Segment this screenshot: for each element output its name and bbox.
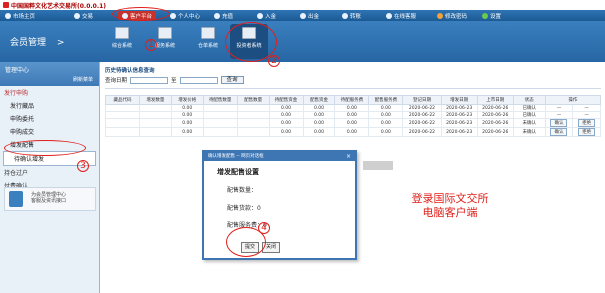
promo-banner[interactable]: 为会员管理中心 客服及资讯接口 xyxy=(4,187,96,211)
home-icon xyxy=(5,12,11,19)
table-header-row: 藏品代码 增发数量 增发价格 待配售数量 配售数量 待配售资金 配售资金 待配服… xyxy=(105,95,602,105)
service-system-icon xyxy=(158,27,172,39)
sidebar-item-subscription-deal[interactable]: 申购成交 xyxy=(0,125,99,138)
sidebar-header: 管理中心 刷新菜单 xyxy=(0,62,99,86)
table-row: 0.00 0.00 0.00 0.00 0.00 2020-06-22 2020-06-23… xyxy=(105,104,601,112)
query-bar: 查询日期 至 查询 xyxy=(105,76,244,84)
confirm-button[interactable]: 确认 xyxy=(550,119,568,127)
key-icon xyxy=(437,12,443,19)
placement-quantity-field: 配售数量： xyxy=(227,187,258,194)
step-number-1: 1 xyxy=(145,39,157,51)
nav-settings[interactable]: 设置 xyxy=(482,11,501,20)
nav-online-service[interactable]: 在线客服 xyxy=(386,11,416,20)
dialog-title: 增发配售设置 xyxy=(217,168,259,176)
member-management-title: 会员管理 > xyxy=(10,38,65,48)
results-table: 藏品代码 增发数量 增发价格 待配售数量 配售数量 待配售资金 配售资金 待配服… xyxy=(105,95,602,137)
system-icon xyxy=(115,27,129,39)
sidebar-item-issue-collection[interactable]: 发行藏品 xyxy=(0,99,99,112)
section-title: 历史待确认信息查询 xyxy=(105,68,155,74)
monitor-icon xyxy=(9,191,23,207)
divider xyxy=(105,88,601,89)
sidebar-item-subscription-order[interactable]: 申购委托 xyxy=(0,112,99,125)
nav-deposit[interactable]: 入金 xyxy=(257,11,276,20)
sidebar-section-issue[interactable]: 发行申购 xyxy=(0,86,99,99)
refresh-menu-button[interactable]: 刷新菜单 xyxy=(73,76,93,83)
warehouse-icon xyxy=(201,27,215,39)
step-number-4: 4 xyxy=(258,222,270,234)
table-row: 0.00 0.00 0.00 0.00 0.00 2020-06-22 2020-06-23… xyxy=(105,127,601,137)
top-nav: 市场主页 交易 客户平台 个人中心 充值 入金 出金 转账 在线客服 修改密码 … xyxy=(0,10,605,21)
system-button-warehouse[interactable]: 仓单系统 xyxy=(189,24,227,59)
nav-transfer[interactable]: 转账 xyxy=(342,11,361,20)
placement-amount-field: 配售货款：0 xyxy=(227,205,261,212)
nav-trade[interactable]: 交易 xyxy=(74,11,93,20)
start-date-input[interactable] xyxy=(130,76,169,84)
nav-withdraw[interactable]: 出金 xyxy=(300,11,319,20)
table-row: 0.00 0.00 0.00 0.00 0.00 2020-06-22 2020-06-23… xyxy=(105,118,601,128)
system-header: 会员管理 > 综合系统 服务系统 仓单系统 投资者系统 xyxy=(0,21,605,62)
settings-icon xyxy=(482,12,488,19)
withdraw-icon xyxy=(300,12,306,19)
nav-personal-center[interactable]: 个人中心 xyxy=(170,11,200,20)
nav-change-password[interactable]: 修改密码 xyxy=(437,11,467,20)
transfer-icon xyxy=(342,12,348,19)
service-icon xyxy=(386,12,392,19)
window-title: 中国国粹文化艺术交易所(0.0.0.1) xyxy=(11,3,107,10)
dialog-shadow-tab xyxy=(363,161,393,170)
nav-recharge[interactable]: 充值 xyxy=(214,11,233,20)
confirm-button[interactable]: 确认 xyxy=(550,128,568,136)
step-number-2: 2 xyxy=(268,55,280,67)
step-number-3: 3 xyxy=(77,160,89,172)
trade-icon xyxy=(74,12,80,19)
user-icon xyxy=(170,12,176,19)
app-logo-icon xyxy=(3,2,9,8)
deposit-icon xyxy=(257,12,263,19)
reject-button[interactable]: 拒绝 xyxy=(578,128,596,136)
window-titlebar: 中国国粹文化艺术交易所(0.0.0.1) xyxy=(0,0,605,10)
sidebar: 管理中心 刷新菜单 发行申购 发行藏品 申购委托 申购成交 增发配售 待确认增发… xyxy=(0,62,100,293)
reject-button[interactable]: 拒绝 xyxy=(578,119,596,127)
highlight-client-platform xyxy=(112,7,170,21)
dialog-titlebar: 确认增发配售 -- 网页对话框 xyxy=(204,152,355,161)
nav-home[interactable]: 市场主页 xyxy=(5,11,35,20)
system-button-general[interactable]: 综合系统 xyxy=(103,24,141,59)
instruction-caption: 登录国际文交所 电脑客户端 xyxy=(411,192,489,219)
sidebar-title: 管理中心 xyxy=(5,67,30,74)
recharge-icon xyxy=(214,12,220,19)
chevron-right-icon: > xyxy=(56,38,65,48)
highlight-pending-confirmation xyxy=(4,140,86,156)
close-icon[interactable]: × xyxy=(346,152,351,161)
table-row: 0.00 0.00 0.00 0.00 0.00 2020-06-22 2020-06-23… xyxy=(105,111,601,119)
end-date-input[interactable] xyxy=(179,76,218,84)
query-button[interactable]: 查询 xyxy=(220,76,244,84)
